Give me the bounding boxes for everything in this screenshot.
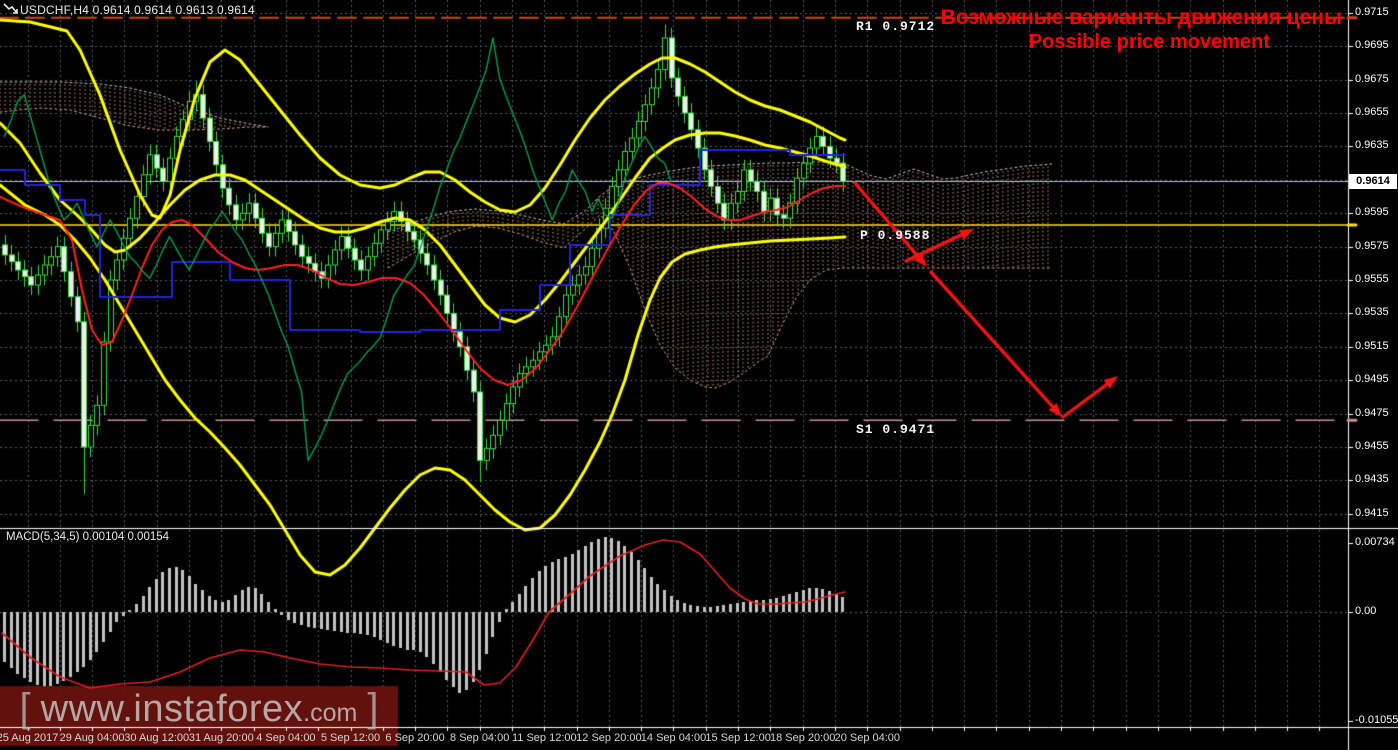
pivot-r1-label: R1 0.9712 bbox=[856, 19, 936, 34]
annotation-line-ru: Возможные варианты движения цены bbox=[940, 6, 1342, 29]
price-axis-label: 0.9495 bbox=[1355, 373, 1389, 386]
time-axis-label: 12 Sep 20:00 bbox=[576, 732, 642, 744]
macd-axis-label: -0.01055 bbox=[1355, 714, 1398, 726]
price-axis-label: 0.9415 bbox=[1355, 506, 1389, 519]
main-chart-canvas[interactable] bbox=[0, 0, 1398, 750]
price-axis-label: 0.9575 bbox=[1355, 239, 1389, 252]
price-axis-label: 0.9535 bbox=[1355, 306, 1389, 319]
price-axis-label: 0.9715 bbox=[1355, 5, 1389, 18]
macd-axis-label: 0.00 bbox=[1355, 605, 1377, 617]
chart-title: USDCHF,H4 0.9614 0.9614 0.9613 0.9614 bbox=[20, 3, 255, 17]
pivot-p-label: P 0.9588 bbox=[860, 228, 931, 243]
time-axis-label: 8 Sep 04:00 bbox=[450, 732, 510, 744]
price-axis-label: 0.9515 bbox=[1355, 339, 1389, 352]
price-axis-label: 0.9455 bbox=[1355, 440, 1389, 453]
pivot-s1-label: S1 0.9471 bbox=[856, 422, 936, 437]
time-axis-label: 11 Sep 12:00 bbox=[511, 732, 577, 744]
watermark-domain: .com bbox=[303, 699, 358, 727]
macd-indicator-label: MACD(5,34,5) 0.00104 0.00154 bbox=[6, 531, 170, 543]
watermark-open-bracket: [ bbox=[19, 686, 31, 730]
price-axis-label: 0.9595 bbox=[1355, 206, 1389, 219]
price-axis[interactable]: 0.9715 0.9695 0.9675 0.9655 0.9635 0.9595 0.95… bbox=[1348, 0, 1398, 750]
price-axis-label: 0.9635 bbox=[1355, 139, 1389, 152]
price-movement-annotation: Возможные варианты движения цены Possibl… bbox=[941, 5, 1342, 55]
instaforex-watermark: [ www.instaforex .com ] bbox=[0, 686, 398, 746]
mt4-chart-window: USDCHF,H4 0.9614 0.9614 0.9613 0.9614 Во… bbox=[0, 0, 1398, 750]
time-axis-label: 15 Sep 12:00 bbox=[705, 732, 771, 744]
price-axis-label: 0.9675 bbox=[1355, 72, 1389, 85]
watermark-site-name: www.instaforex bbox=[40, 688, 304, 730]
price-axis-label: 0.9695 bbox=[1355, 39, 1389, 52]
current-price-box: 0.9614 bbox=[1349, 174, 1397, 189]
price-axis-label: 0.9555 bbox=[1355, 273, 1389, 286]
price-axis-label: 0.9435 bbox=[1355, 473, 1389, 486]
annotation-line-en: Possible price movement bbox=[1028, 31, 1270, 53]
watermark-close-bracket: ] bbox=[367, 686, 379, 730]
time-axis-label: 14 Sep 04:00 bbox=[640, 732, 707, 744]
time-axis-label: 18 Sep 20:00 bbox=[769, 732, 836, 744]
chart-symbol-icon bbox=[3, 3, 18, 14]
price-axis-label: 0.9475 bbox=[1355, 406, 1389, 419]
macd-axis-label: 0.00734 bbox=[1355, 536, 1395, 548]
price-axis-label: 0.9655 bbox=[1355, 106, 1389, 119]
time-axis-label: 20 Sep 04:00 bbox=[834, 732, 901, 744]
